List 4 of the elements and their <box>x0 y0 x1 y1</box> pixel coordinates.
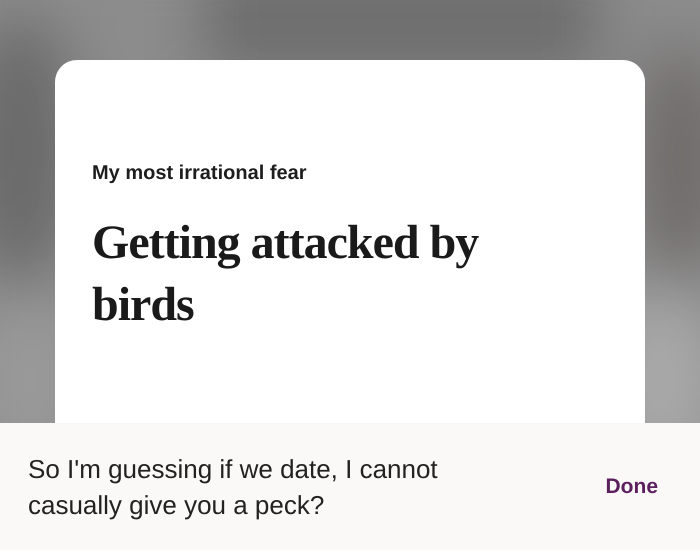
prompt-question: My most irrational fear <box>92 161 307 186</box>
prompt-answer: Getting attacked by birds <box>92 215 480 333</box>
comment-field[interactable]: So I'm guessing if we date, I cannot casually give you a peck? <box>28 450 528 522</box>
done-button[interactable]: Done <box>606 470 658 502</box>
